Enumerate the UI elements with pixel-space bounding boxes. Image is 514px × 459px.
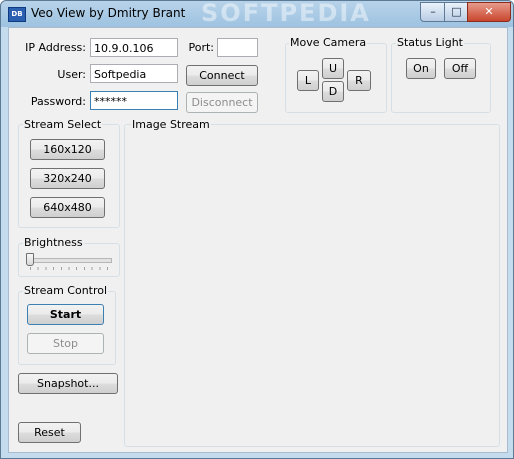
disconnect-button[interactable]: Disconnect bbox=[186, 92, 258, 113]
move-left-button[interactable]: L bbox=[297, 70, 319, 91]
close-button[interactable]: ✕ bbox=[467, 2, 511, 22]
brightness-ticks bbox=[30, 267, 108, 270]
start-button[interactable]: Start bbox=[27, 304, 104, 325]
password-field[interactable]: ****** bbox=[90, 91, 178, 110]
window-title: Veo View by Dmitry Brant bbox=[31, 6, 186, 20]
port-label: Port: bbox=[188, 41, 214, 54]
user-label: User: bbox=[57, 68, 86, 81]
ip-address-field[interactable]: 10.9.0.106 bbox=[90, 38, 178, 57]
stream-select-title: Stream Select bbox=[23, 118, 103, 131]
minimize-button[interactable]: – bbox=[420, 2, 446, 22]
watermark-logo: SOFTPEDIA bbox=[201, 0, 371, 27]
user-field[interactable]: Softpedia bbox=[90, 64, 178, 83]
move-camera-title: Move Camera bbox=[289, 36, 368, 49]
maximize-icon: □ bbox=[451, 5, 462, 18]
brightness-slider-thumb[interactable] bbox=[26, 253, 34, 266]
stream-160x120-button[interactable]: 160x120 bbox=[30, 139, 105, 160]
stream-640x480-button[interactable]: 640x480 bbox=[30, 197, 105, 218]
light-on-button[interactable]: On bbox=[406, 58, 436, 79]
app-window: DB Veo View by Dmitry Brant SOFTPEDIA – … bbox=[0, 0, 514, 459]
client-area: IP Address: 10.9.0.106 Port: User: Softp… bbox=[8, 27, 508, 453]
move-right-button[interactable]: R bbox=[347, 70, 371, 91]
ip-address-label: IP Address: bbox=[25, 41, 86, 54]
maximize-button[interactable]: □ bbox=[444, 2, 469, 22]
reset-button[interactable]: Reset bbox=[18, 422, 81, 443]
title-bar[interactable]: DB Veo View by Dmitry Brant SOFTPEDIA – … bbox=[1, 0, 513, 27]
image-stream-title: Image Stream bbox=[131, 118, 211, 131]
brightness-title: Brightness bbox=[23, 236, 84, 249]
connect-button[interactable]: Connect bbox=[186, 65, 258, 86]
image-stream-panel bbox=[124, 124, 500, 447]
snapshot-button[interactable]: Snapshot... bbox=[18, 373, 118, 394]
move-down-button[interactable]: D bbox=[322, 81, 344, 102]
password-label: Password: bbox=[30, 95, 86, 108]
light-off-button[interactable]: Off bbox=[444, 58, 476, 79]
port-field[interactable] bbox=[217, 38, 258, 57]
stream-control-title: Stream Control bbox=[23, 284, 109, 297]
stop-button[interactable]: Stop bbox=[27, 333, 104, 354]
brightness-track[interactable] bbox=[28, 258, 112, 263]
close-icon: ✕ bbox=[484, 5, 494, 18]
status-light-title: Status Light bbox=[396, 36, 464, 49]
move-up-button[interactable]: U bbox=[322, 58, 344, 79]
app-icon[interactable]: DB bbox=[8, 7, 26, 22]
stream-320x240-button[interactable]: 320x240 bbox=[30, 168, 105, 189]
minimize-icon: – bbox=[430, 5, 436, 18]
